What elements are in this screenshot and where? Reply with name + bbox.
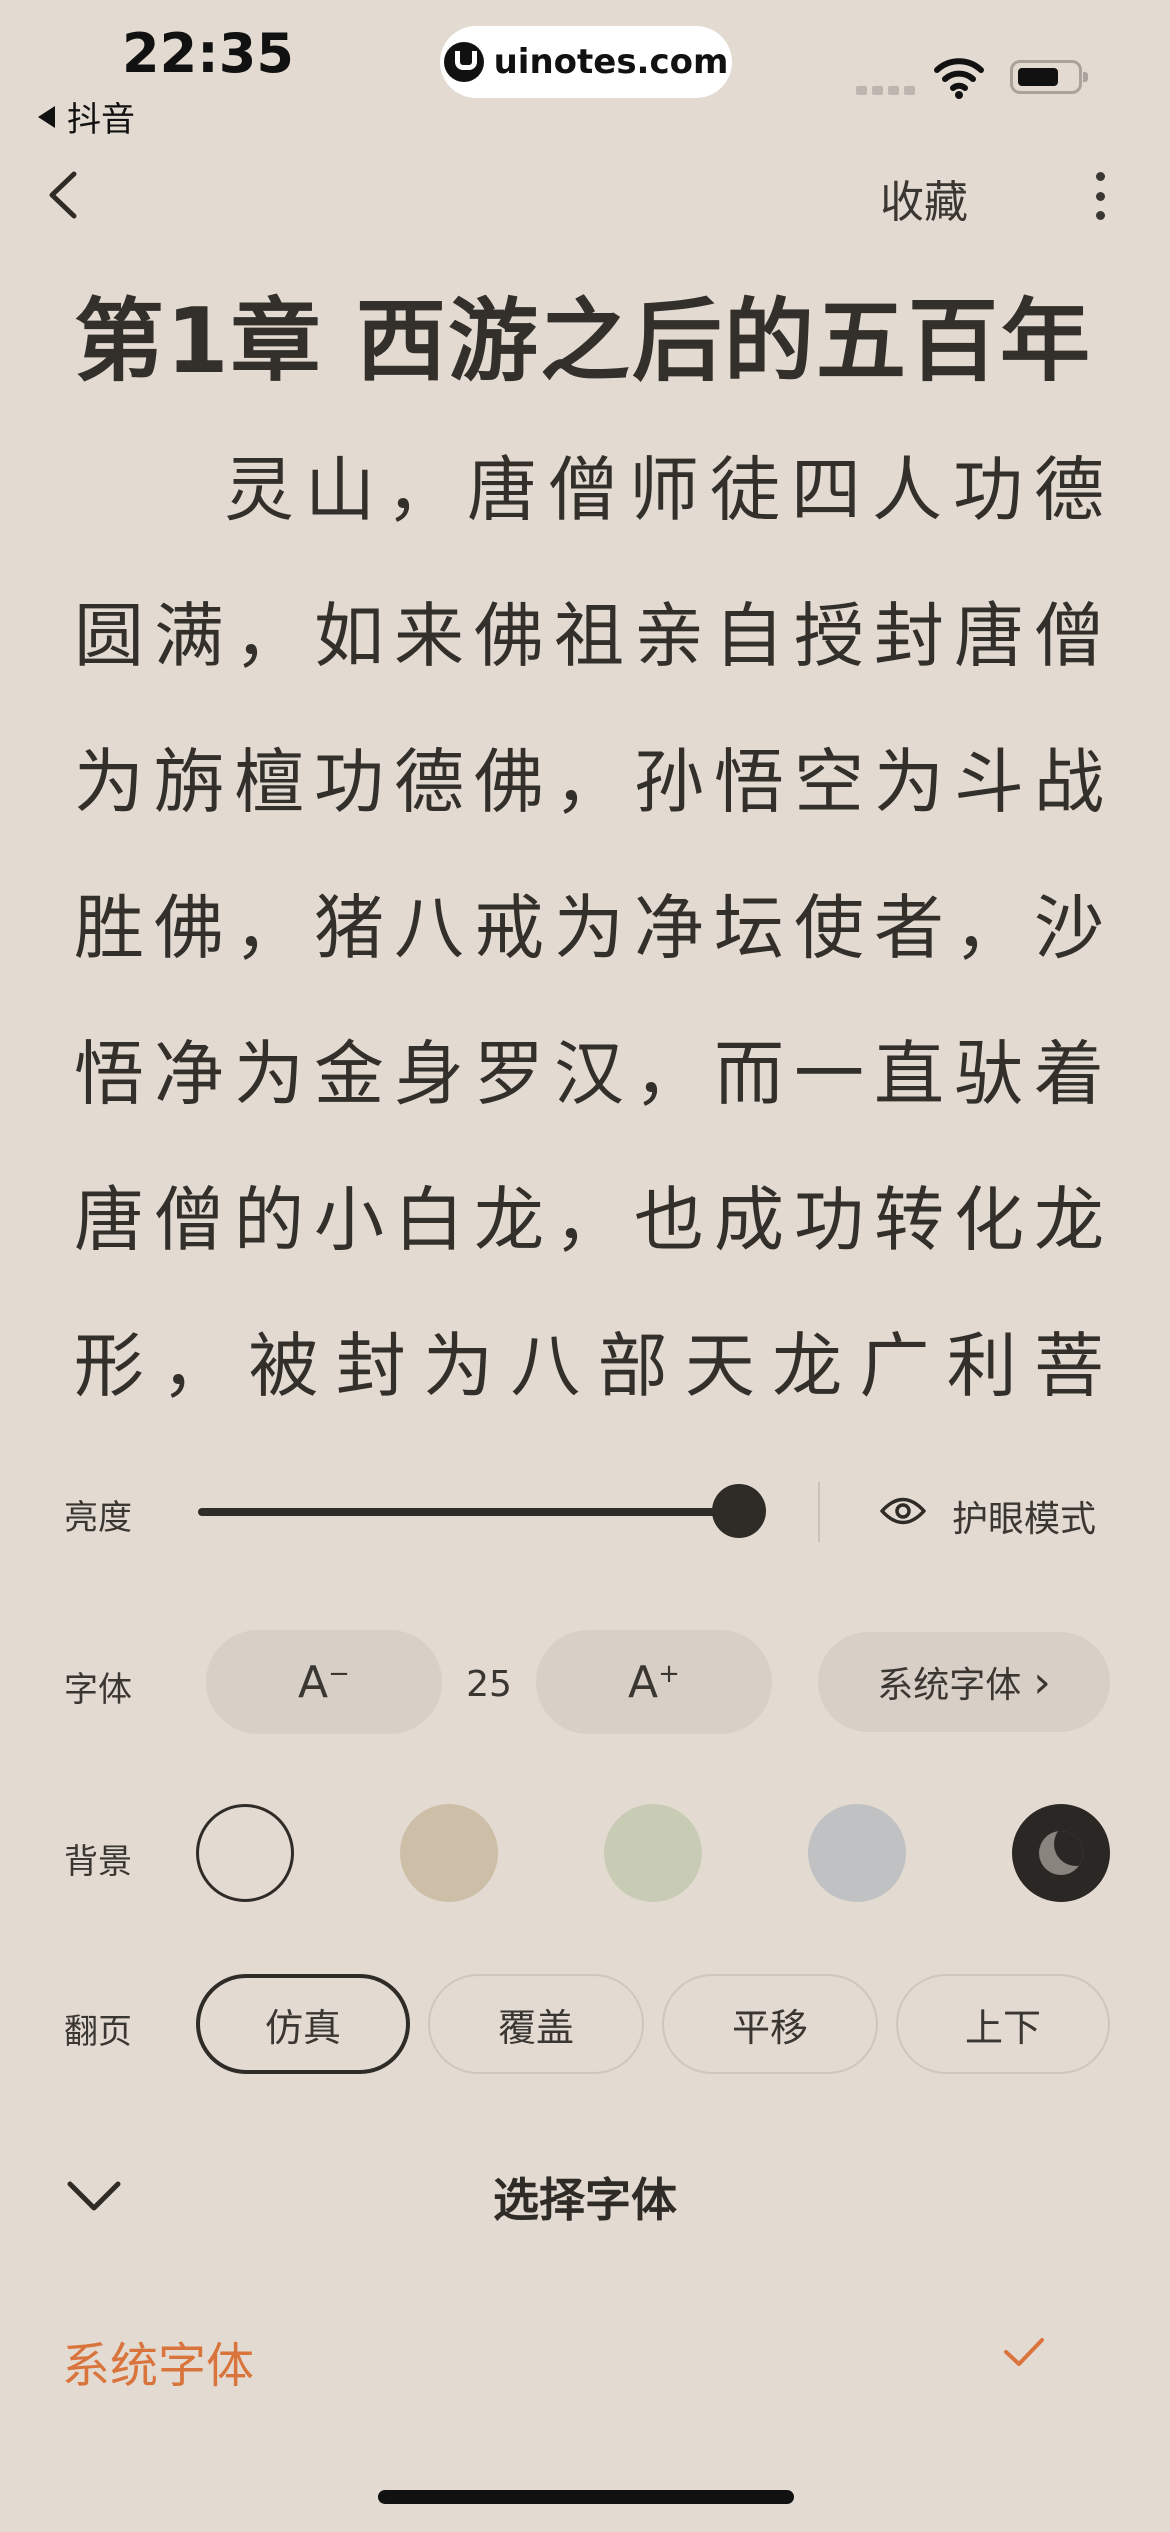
- check-icon: [1004, 2338, 1044, 2366]
- chevron-right-icon: ›: [1033, 1656, 1051, 1708]
- home-indicator[interactable]: [378, 2490, 794, 2504]
- page-turn-slide[interactable]: 平移: [662, 1974, 878, 2074]
- status-time: 22:35: [122, 22, 294, 85]
- status-back-label: 抖音: [67, 100, 135, 140]
- font-family-button[interactable]: 系统字体 ›: [818, 1632, 1110, 1732]
- body-line: 悟净为金身罗汉，而一直驮着: [74, 1033, 1104, 1115]
- background-swatch-night[interactable]: [1012, 1804, 1110, 1902]
- back-triangle-icon: [38, 105, 55, 128]
- more-vertical-icon[interactable]: [1090, 172, 1110, 220]
- page-turn-label: 翻页: [64, 2012, 132, 2052]
- background-label: 背景: [64, 1842, 132, 1882]
- moon-icon: [1039, 1831, 1083, 1875]
- body-line: 为旃檀功德佛，孙悟空为斗战: [74, 741, 1104, 823]
- watermark-text: uinotes.com: [493, 42, 729, 82]
- font-family-label: 系统字体: [877, 1665, 1022, 1706]
- body-line: 灵山，唐僧师徒四人功德: [224, 449, 1104, 531]
- wifi-icon: [934, 58, 984, 99]
- background-swatch-white[interactable]: [196, 1804, 294, 1902]
- font-label: 字体: [64, 1670, 132, 1710]
- brightness-label: 亮度: [64, 1498, 132, 1538]
- chapter-title: 第1章 西游之后的五百年: [74, 289, 1092, 394]
- body-line: 唐僧的小白龙，也成功转化龙: [74, 1179, 1104, 1261]
- font-decrease-button[interactable]: A −: [206, 1630, 442, 1734]
- chapter-body: 灵山，唐僧师徒四人功德 圆满，如来佛祖亲自授封唐僧 为旃檀功德佛，孙悟空为斗战 …: [74, 440, 1104, 1462]
- plus-mark: +: [658, 1659, 680, 1689]
- background-swatch-beige[interactable]: [400, 1804, 498, 1902]
- background-swatch-gray[interactable]: [808, 1804, 906, 1902]
- uinotes-logo-icon: [443, 42, 484, 82]
- favorite-button[interactable]: 收藏: [880, 166, 968, 230]
- minus-mark: −: [328, 1659, 350, 1689]
- brightness-slider-thumb[interactable]: [712, 1484, 766, 1538]
- signal-dots-icon: [856, 86, 915, 95]
- font-increase-letter: A: [628, 1656, 659, 1708]
- brightness-slider-track[interactable]: [198, 1508, 738, 1516]
- body-line: 胜佛，猪八戒为净坛使者，沙: [74, 887, 1104, 969]
- font-decrease-letter: A: [298, 1656, 329, 1708]
- page-turn-vertical[interactable]: 上下: [896, 1974, 1110, 2074]
- font-picker-title: 选择字体: [493, 2173, 677, 2227]
- font-increase-button[interactable]: A +: [536, 1630, 772, 1734]
- font-size-value: 25: [466, 1664, 512, 1705]
- page-turn-simulate[interactable]: 仿真: [196, 1974, 410, 2074]
- watermark-badge: uinotes.com: [440, 26, 732, 98]
- status-back-app[interactable]: 抖音: [38, 92, 135, 141]
- eye-care-mode-label[interactable]: 护眼模式: [952, 1490, 1096, 1542]
- body-line: 形，被封为八部天龙广利菩: [74, 1325, 1104, 1407]
- chevron-left-icon[interactable]: [44, 170, 84, 220]
- background-swatch-green[interactable]: [604, 1804, 702, 1902]
- eye-icon[interactable]: [880, 1494, 926, 1528]
- font-option-system[interactable]: 系统字体: [62, 2326, 254, 2396]
- divider: [818, 1482, 820, 1542]
- battery-icon: [1010, 60, 1088, 94]
- page-turn-cover[interactable]: 覆盖: [428, 1974, 644, 2074]
- body-line: 圆满，如来佛祖亲自授封唐僧: [74, 595, 1104, 677]
- reader-screen: 22:35 抖音 uinotes.com 收藏 第1章 西游之后的五百年 灵山，…: [0, 0, 1170, 2532]
